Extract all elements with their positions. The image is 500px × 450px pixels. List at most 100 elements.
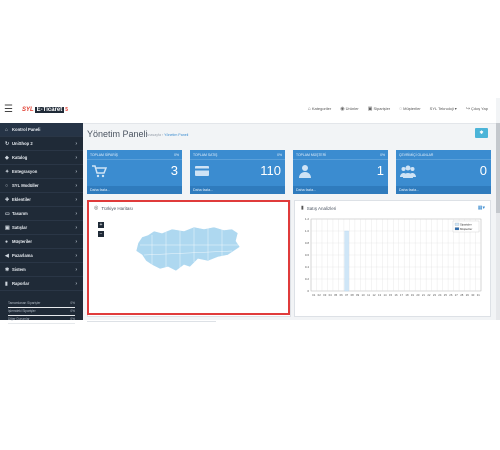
sidebar-item-syl-modules[interactable]: ○ SYL Modüller › (0, 179, 83, 193)
user-icon: ● (5, 238, 9, 245)
chevron-right-icon: › (75, 182, 77, 189)
desktop-icon: ▭ (5, 210, 10, 217)
sidebar-item-catalog[interactable]: ◆ Katalog › (0, 151, 83, 165)
x-tick-label: 19 (411, 293, 415, 297)
nav-customers[interactable]: ◌Müşteriler (399, 106, 421, 112)
card-more-link[interactable]: Daha fazla... (87, 186, 182, 194)
nav-orders[interactable]: ▣Siparişler (368, 106, 390, 112)
x-tick-label: 06 (340, 293, 344, 297)
nav-products[interactable]: ◉Ürünler (340, 106, 359, 112)
sidebar-item-label: Kontrol Paneli (12, 127, 41, 132)
x-tick-label: 30 (471, 293, 475, 297)
gear-icon: ✱ (5, 266, 10, 273)
y-tick-label: 1.0 (305, 229, 310, 233)
card-value: 0 (479, 163, 487, 178)
sidebar-item-customers[interactable]: ● Müşteriler › (0, 235, 83, 249)
x-tick-label: 31 (477, 293, 481, 297)
cart-icon: ▣ (5, 224, 10, 231)
card-more-link[interactable]: Daha fazla... (190, 186, 285, 194)
sidebar-item-sales[interactable]: ▣ Satışlar › (0, 221, 83, 235)
logo-part1: SYL (22, 107, 34, 113)
sidebar-item-unishop[interactable]: ↻ UniShop 2 › (0, 137, 83, 151)
sidebar-item-label: Müşteriler (12, 239, 33, 244)
y-tick-label: 1.2 (305, 217, 310, 221)
stat-value: 0% (70, 309, 75, 313)
breadcrumb-separator: › (161, 133, 164, 137)
chevron-right-icon: › (75, 196, 77, 203)
x-tick-label: 23 (433, 293, 437, 297)
chevron-right-icon: › (75, 280, 77, 287)
card-more-link[interactable]: Daha fazla... (396, 186, 491, 194)
stat-label: İşlemdeki Siparişler (8, 309, 36, 313)
card-value: 110 (260, 163, 281, 178)
cart-icon: ▣ (367, 106, 373, 112)
chevron-right-icon: › (75, 210, 77, 217)
chart-legend: SiparişlerMüşteriler (452, 220, 480, 233)
card-divider (293, 159, 388, 160)
scrollbar-thumb[interactable] (496, 123, 500, 213)
calendar-icon[interactable]: ▦▾ (478, 205, 485, 211)
breadcrumb-current[interactable]: Yönetim Paneli (164, 133, 188, 137)
chevron-right-icon: › (75, 224, 77, 231)
sidebar-item-reports[interactable]: ▮ Raporlar › (0, 277, 83, 291)
x-tick-label: 20 (416, 293, 420, 297)
sidebar-item-integration[interactable]: ✦ Entegrasyon › (0, 165, 83, 179)
stat-processing: İşlemdeki Siparişler 0% (8, 309, 75, 317)
hamburger-menu-icon[interactable]: ☰ (4, 104, 13, 115)
sidebar-item-label: Satışlar (12, 225, 28, 230)
logo-part3: 5 (65, 107, 69, 113)
user-icon (299, 165, 311, 178)
sidebar-item-marketing[interactable]: ◀ Pazarlama › (0, 249, 83, 263)
logo-part2: E-Ticaret (34, 107, 65, 113)
card-title: TOPLAM MÜŞTERİ (296, 153, 327, 157)
x-tick-label: 17 (400, 293, 404, 297)
x-tick-label: 05 (334, 293, 338, 297)
cart-icon (92, 165, 107, 178)
x-tick-label: 03 (323, 293, 327, 297)
highlight-box (87, 200, 290, 315)
panel-header: ▮ Satış Analizleri (301, 205, 336, 211)
x-tick-label: 28 (460, 293, 464, 297)
card-divider (190, 159, 285, 160)
settings-button[interactable]: ✱ (475, 128, 488, 138)
bar-chart-icon: ▮ (5, 280, 8, 287)
breadcrumb: Anasayfa › Yönetim Paneli (146, 133, 188, 137)
chevron-right-icon: › (75, 140, 77, 147)
sidebar-item-design[interactable]: ▭ Tasarım › (0, 207, 83, 221)
sidebar-item-label: SYL Modüller (12, 183, 39, 188)
plug-icon: ✦ (5, 168, 10, 175)
x-tick-label: 29 (466, 293, 470, 297)
x-tick-label: 22 (427, 293, 431, 297)
nav-account[interactable]: SYL Teknoloji ▾ (430, 106, 457, 112)
scrollbar[interactable] (496, 123, 500, 320)
sidebar-item-label: Tasarım (12, 211, 28, 216)
x-tick-label: 21 (422, 293, 426, 297)
card-more-link[interactable]: Daha fazla... (293, 186, 388, 194)
breadcrumb-home[interactable]: Anasayfa (146, 133, 161, 137)
tag-icon: ◆ (5, 154, 9, 161)
progress-bar (8, 323, 75, 324)
nav-categories[interactable]: ⌂Kategoriler (308, 106, 331, 112)
logo[interactable]: SYL E-Ticaret 5 (22, 105, 68, 115)
card-title: TOPLAM SİPARİŞ (90, 153, 118, 157)
legend-swatch (454, 227, 460, 231)
bar-siparişler (344, 230, 349, 292)
sidebar-item-label: UniShop 2 (12, 141, 33, 146)
home-icon: ⌂ (5, 126, 9, 133)
sidebar-item-label: Sistem (12, 267, 26, 272)
chevron-right-icon: › (75, 266, 77, 273)
legend-swatch (454, 222, 460, 226)
sidebar-item-label: Raporlar (12, 281, 30, 286)
bar-chart-icon: ▮ (301, 205, 304, 211)
sidebar-item-dashboard[interactable]: ⌂ Kontrol Paneli (0, 123, 83, 137)
top-nav: ⌂Kategoriler ◉Ürünler ▣Siparişler ◌Müşte… (308, 106, 488, 112)
nav-logout[interactable]: ↪Çıkış Yap (466, 106, 488, 112)
sidebar-item-system[interactable]: ✱ Sistem › (0, 263, 83, 277)
sidebar-item-extensions[interactable]: ✚ Eklentiler › (0, 193, 83, 207)
card-online-users: ÇEVRİMİÇİ OLANLAR 0 Daha fazla... (396, 150, 491, 194)
chevron-right-icon: › (75, 154, 77, 161)
x-tick-label: 26 (449, 293, 453, 297)
x-tick-label: 07 (345, 293, 349, 297)
card-divider (396, 159, 491, 160)
card-percent: 0% (174, 153, 179, 157)
